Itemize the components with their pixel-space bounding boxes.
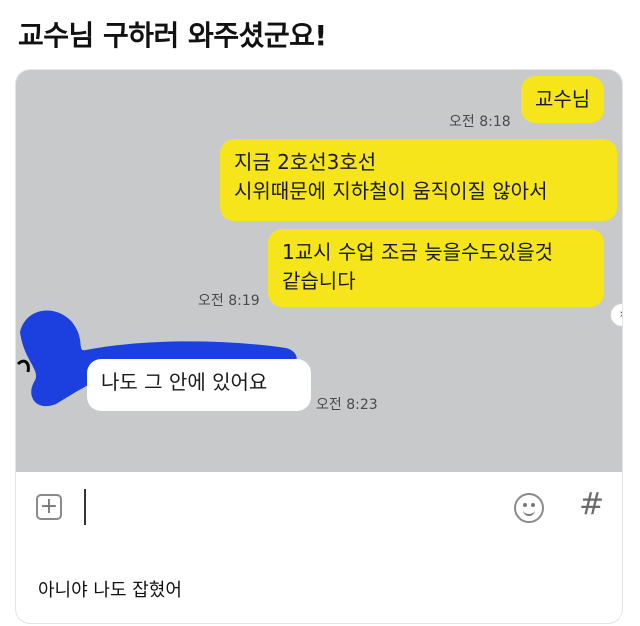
smiley-icon[interactable] (514, 493, 544, 523)
message-line: 나도 그 안에 있어요 (101, 370, 268, 394)
text-cursor[interactable] (84, 489, 86, 525)
message-line: 1교시 수업 조금 늦을수도있을것 (282, 240, 553, 264)
message-line: 시위때문에 지하철이 움직이질 않아서 (234, 179, 548, 203)
message-bubble[interactable]: 교수님 (521, 76, 605, 123)
plus-square-icon[interactable]: + (36, 494, 62, 520)
chat-area[interactable]: 교수님 오전 8:18 지금 2호선3호선 시위때문에 지하철이 움직이질 않아… (16, 70, 622, 472)
message-time: 오전 8:18 (449, 114, 511, 130)
message-bubble[interactable]: 나도 그 안에 있어요 (87, 359, 311, 411)
message-line: 같습니다 (282, 269, 356, 293)
hash-icon[interactable]: # (579, 487, 604, 522)
chat-screenshot: 교수님 오전 8:18 지금 2호선3호선 시위때문에 지하철이 움직이질 않아… (16, 70, 622, 623)
chevron-right-icon[interactable]: › (610, 303, 622, 327)
message-bubble[interactable]: 1교시 수업 조금 늦을수도있을것 같습니다 (268, 229, 604, 307)
caption-text: 아니야 나도 잡혔어 (38, 580, 182, 601)
message-line: 교수님 (535, 87, 591, 111)
message-bubble[interactable]: 지금 2호선3호선 시위때문에 지하철이 움직이질 않아서 (220, 139, 617, 221)
message-time: 오전 8:23 (316, 397, 378, 413)
post-title: 교수님 구하러 와주셨군요! (18, 19, 327, 52)
message-line: 지금 2호선3호선 (234, 150, 377, 174)
